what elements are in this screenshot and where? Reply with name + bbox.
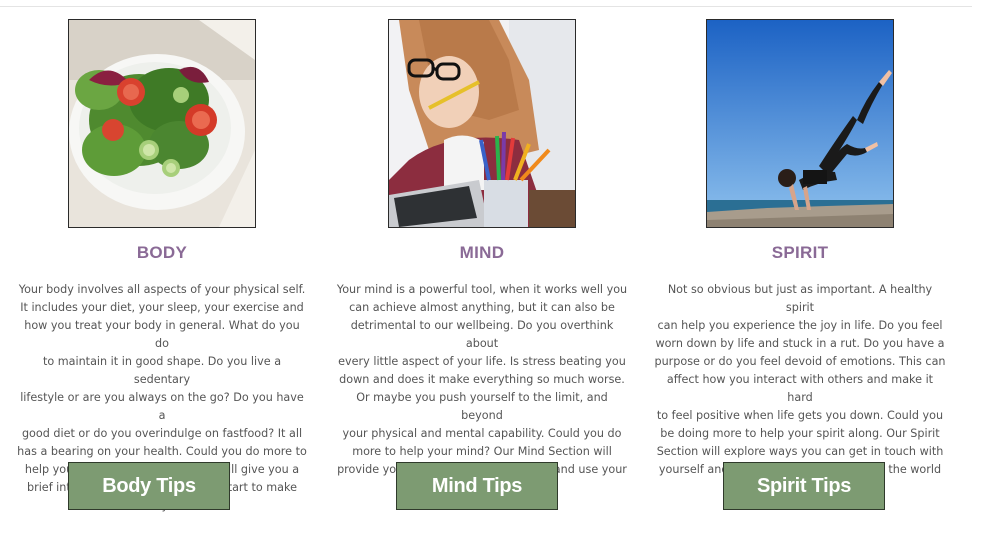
yoga-image — [707, 20, 893, 227]
section-heading: BODY — [136, 243, 188, 262]
section-description: Your mind is a powerful tool, when it wo… — [336, 283, 628, 494]
section-description: Your body involves all aspects of your p… — [17, 283, 307, 512]
section-description: Not so obvious but just as important. A … — [654, 283, 946, 494]
body-tips-button[interactable]: Body Tips — [68, 462, 230, 510]
section-mind: MIND Your mind is a powerful tool, when … — [334, 19, 630, 494]
mind-photo — [388, 19, 576, 228]
section-body: BODY Your body involves all aspects of y… — [14, 19, 310, 512]
body-photo — [68, 19, 256, 228]
spirit-tips-button[interactable]: Spirit Tips — [723, 462, 885, 510]
section-heading: MIND — [459, 243, 505, 262]
mind-tips-button[interactable]: Mind Tips — [396, 462, 558, 510]
section-spirit: SPIRIT Not so obvious but just as import… — [652, 19, 948, 494]
spirit-photo — [706, 19, 894, 228]
woman-thinking-image — [389, 20, 575, 227]
section-heading: SPIRIT — [771, 243, 829, 262]
top-divider — [0, 6, 972, 7]
salad-image — [69, 20, 255, 227]
